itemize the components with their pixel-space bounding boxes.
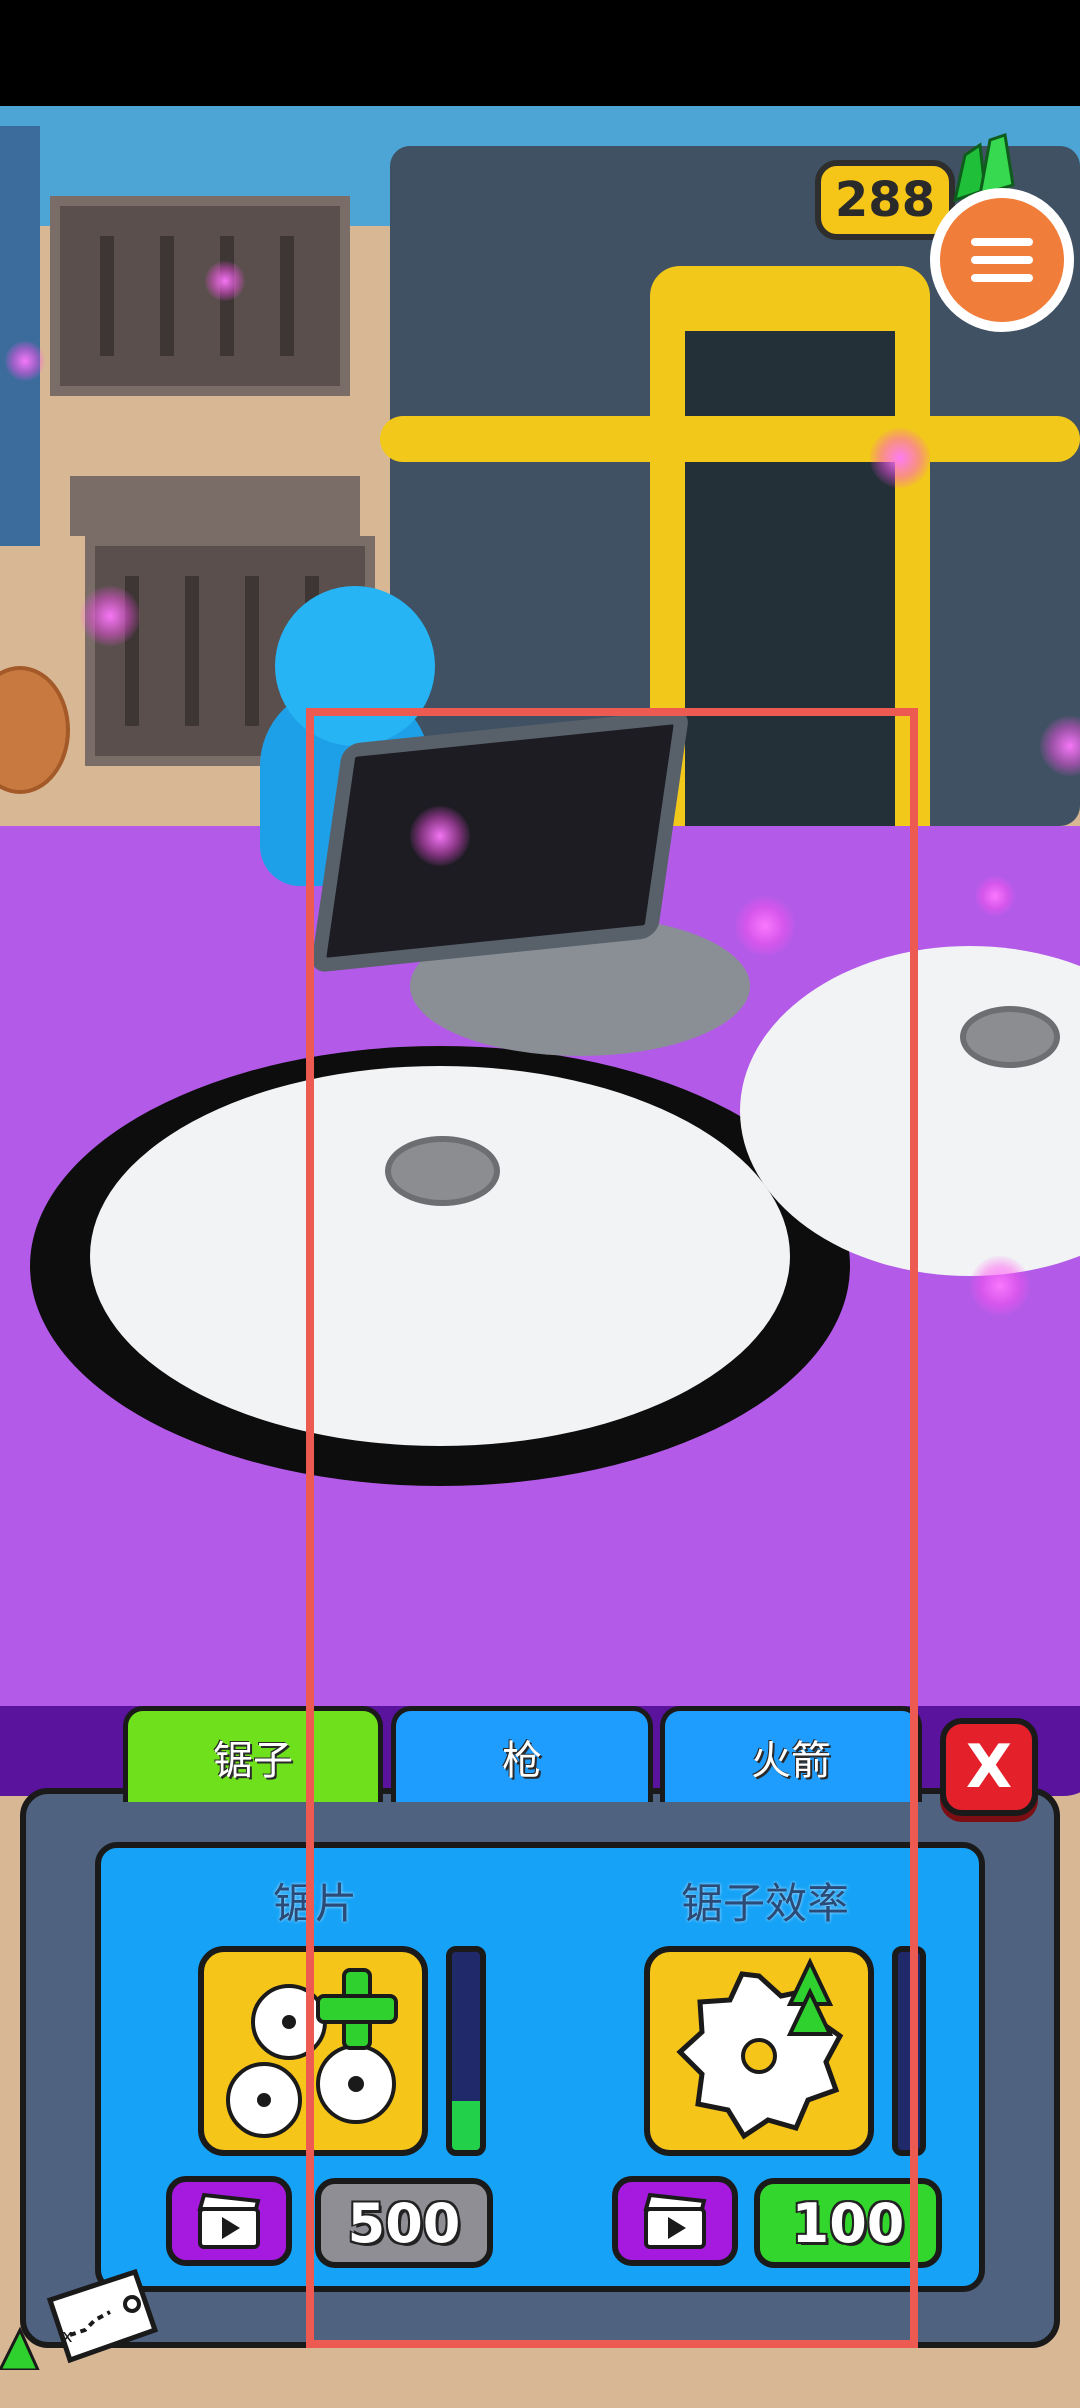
sparkle bbox=[970, 1256, 1030, 1316]
crate-top bbox=[50, 196, 350, 396]
saw-hub-right bbox=[960, 1006, 1060, 1068]
sparkle bbox=[5, 341, 45, 381]
treasure-map-button[interactable]: x bbox=[0, 2260, 160, 2370]
tab-saw-label: 锯子 bbox=[213, 1737, 293, 1784]
blades-watch-ad-button[interactable] bbox=[166, 2176, 292, 2266]
crate-lid bbox=[70, 476, 360, 536]
close-button[interactable]: X bbox=[940, 1718, 1038, 1816]
status-bar bbox=[0, 0, 1080, 106]
treasure-map-icon: x bbox=[46, 2268, 159, 2364]
sparkle bbox=[205, 261, 245, 301]
yellow-pipe bbox=[380, 416, 1080, 462]
highlight-box bbox=[306, 708, 918, 2348]
menu-button[interactable] bbox=[930, 188, 1074, 332]
sparkle bbox=[975, 876, 1015, 916]
close-icon: X bbox=[965, 1732, 1013, 1802]
hamburger-icon bbox=[971, 238, 1033, 282]
sparkle bbox=[80, 586, 140, 646]
currency-value: 288 bbox=[834, 172, 936, 228]
svg-text:x: x bbox=[62, 2326, 73, 2347]
scaffold-post bbox=[0, 126, 40, 546]
treasure-chest-icon[interactable] bbox=[0, 666, 70, 794]
sparkle bbox=[870, 428, 930, 488]
currency-counter: 288 bbox=[815, 160, 955, 240]
video-clapper-icon bbox=[197, 2192, 261, 2249]
